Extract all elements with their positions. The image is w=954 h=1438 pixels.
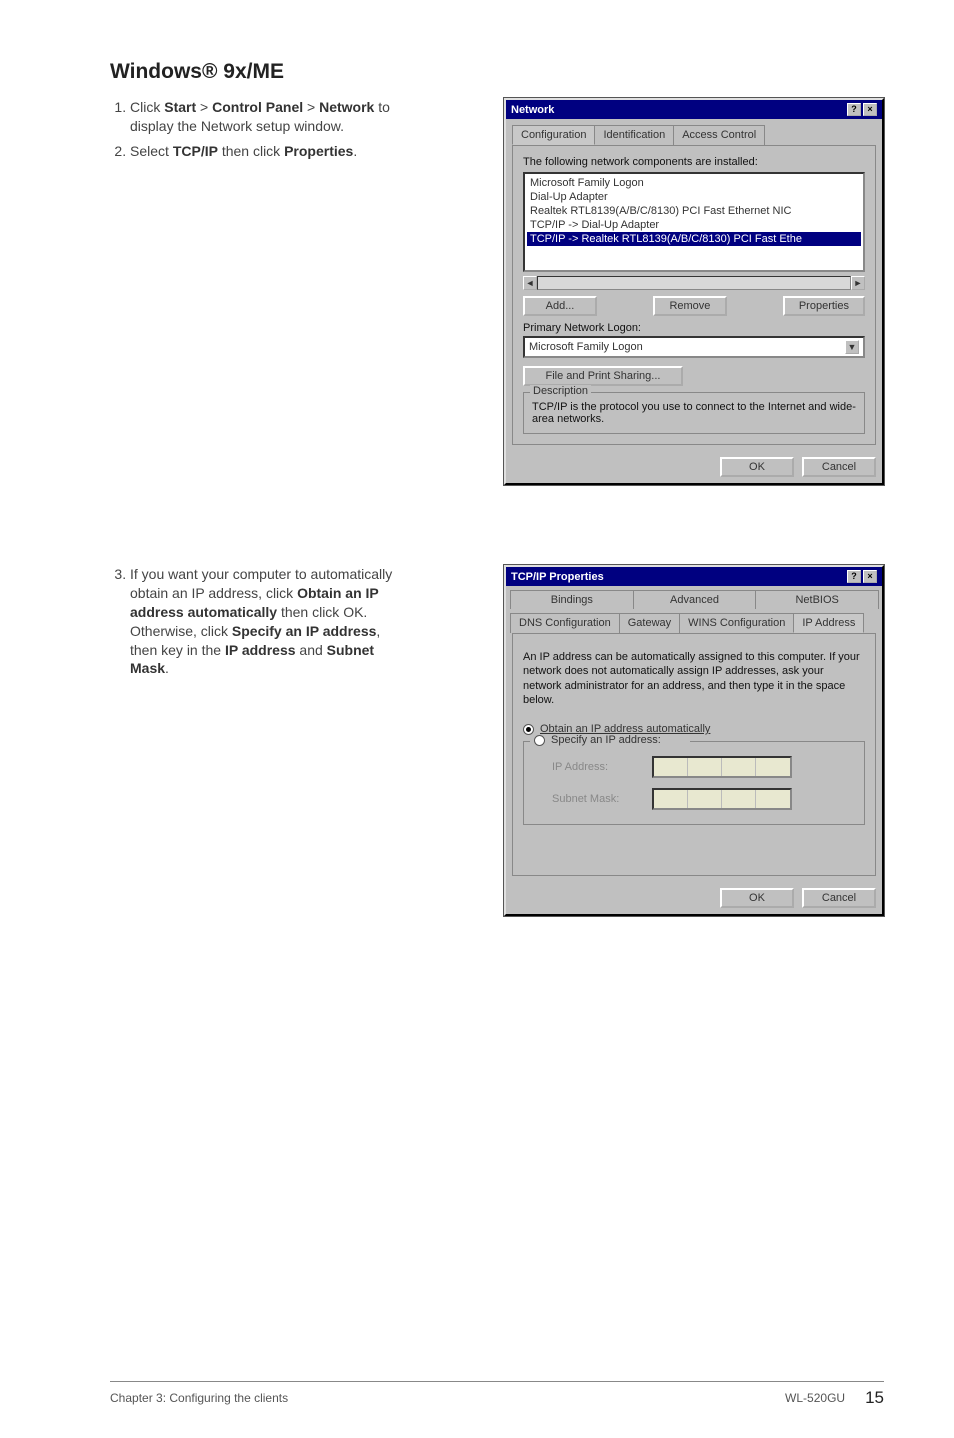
radio-specify[interactable]: Specify an IP address: <box>530 734 690 746</box>
scroll-right-icon[interactable]: ► <box>851 276 865 290</box>
subnet-mask-label: Subnet Mask: <box>552 793 642 805</box>
footer-chapter: Chapter 3: Configuring the clients <box>110 1391 288 1405</box>
step-1: Click Start > Control Panel > Network to… <box>130 98 410 136</box>
help-icon[interactable]: ? <box>847 103 861 116</box>
list-item[interactable]: TCP/IP -> Dial-Up Adapter <box>527 218 861 232</box>
radio-icon <box>534 735 545 746</box>
components-listbox[interactable]: Microsoft Family Logon Dial-Up Adapter R… <box>523 172 865 272</box>
tab-netbios[interactable]: NetBIOS <box>755 590 879 609</box>
close-icon[interactable]: × <box>863 103 877 116</box>
primary-logon-value: Microsoft Family Logon <box>529 341 643 353</box>
add-button[interactable]: Add... <box>523 296 597 316</box>
ok-button[interactable]: OK <box>720 457 794 477</box>
scroll-left-icon[interactable]: ◄ <box>523 276 537 290</box>
tab-gateway[interactable]: Gateway <box>619 613 680 633</box>
help-icon[interactable]: ? <box>847 570 861 583</box>
list-item[interactable]: Microsoft Family Logon <box>527 176 861 190</box>
close-icon[interactable]: × <box>863 570 877 583</box>
tab-dns[interactable]: DNS Configuration <box>510 613 620 633</box>
tcpip-title: TCP/IP Properties <box>511 571 604 583</box>
primary-logon-label: Primary Network Logon: <box>523 322 865 334</box>
remove-button[interactable]: Remove <box>653 296 727 316</box>
description-text: TCP/IP is the protocol you use to connec… <box>532 401 856 425</box>
radio-icon <box>523 724 534 735</box>
tab-configuration[interactable]: Configuration <box>512 125 595 145</box>
ip-info-text: An IP address can be automatically assig… <box>523 650 865 707</box>
list-item[interactable]: Realtek RTL8139(A/B/C/8130) PCI Fast Eth… <box>527 204 861 218</box>
primary-logon-dropdown[interactable]: Microsoft Family Logon ▼ <box>523 336 865 358</box>
properties-button[interactable]: Properties <box>783 296 865 316</box>
tab-ip-address[interactable]: IP Address <box>793 613 864 633</box>
footer-model: WL-520GU <box>785 1391 845 1405</box>
tab-advanced[interactable]: Advanced <box>633 590 757 609</box>
tab-wins[interactable]: WINS Configuration <box>679 613 794 633</box>
network-dialog: Network ? × Configuration Identification… <box>504 98 884 485</box>
page-footer: Chapter 3: Configuring the clients WL-52… <box>110 1381 884 1408</box>
chevron-down-icon[interactable]: ▼ <box>845 340 859 354</box>
installed-label: The following network components are ins… <box>523 156 865 168</box>
tcpip-titlebar: TCP/IP Properties ? × <box>506 567 882 586</box>
list-item-selected[interactable]: TCP/IP -> Realtek RTL8139(A/B/C/8130) PC… <box>527 232 861 246</box>
specify-group: Specify an IP address: IP Address: Subne… <box>523 741 865 825</box>
cancel-button[interactable]: Cancel <box>802 888 876 908</box>
step-2: Select TCP/IP then click Properties. <box>130 142 410 161</box>
description-label: Description <box>530 385 591 397</box>
network-title: Network <box>511 104 554 116</box>
list-item[interactable]: Dial-Up Adapter <box>527 190 861 204</box>
radio-specify-label: Specify an IP address: <box>551 734 661 746</box>
page-heading: Windows® 9x/ME <box>110 60 884 84</box>
ok-button[interactable]: OK <box>720 888 794 908</box>
tab-access-control[interactable]: Access Control <box>673 125 765 145</box>
tcpip-dialog: TCP/IP Properties ? × Bindings Advanced … <box>504 565 884 916</box>
network-titlebar: Network ? × <box>506 100 882 119</box>
cancel-button[interactable]: Cancel <box>802 457 876 477</box>
tab-bindings[interactable]: Bindings <box>510 590 634 609</box>
footer-page-number: 15 <box>865 1388 884 1408</box>
file-print-sharing-button[interactable]: File and Print Sharing... <box>523 366 683 386</box>
ip-address-label: IP Address: <box>552 761 642 773</box>
ip-address-input[interactable] <box>652 756 792 778</box>
steps-list-2: If you want your computer to automatical… <box>110 565 410 678</box>
steps-list-1: Click Start > Control Panel > Network to… <box>110 98 410 161</box>
subnet-mask-input[interactable] <box>652 788 792 810</box>
h-scrollbar[interactable]: ◄ ► <box>523 276 865 290</box>
tab-identification[interactable]: Identification <box>594 125 674 145</box>
step-3: If you want your computer to automatical… <box>130 565 410 678</box>
